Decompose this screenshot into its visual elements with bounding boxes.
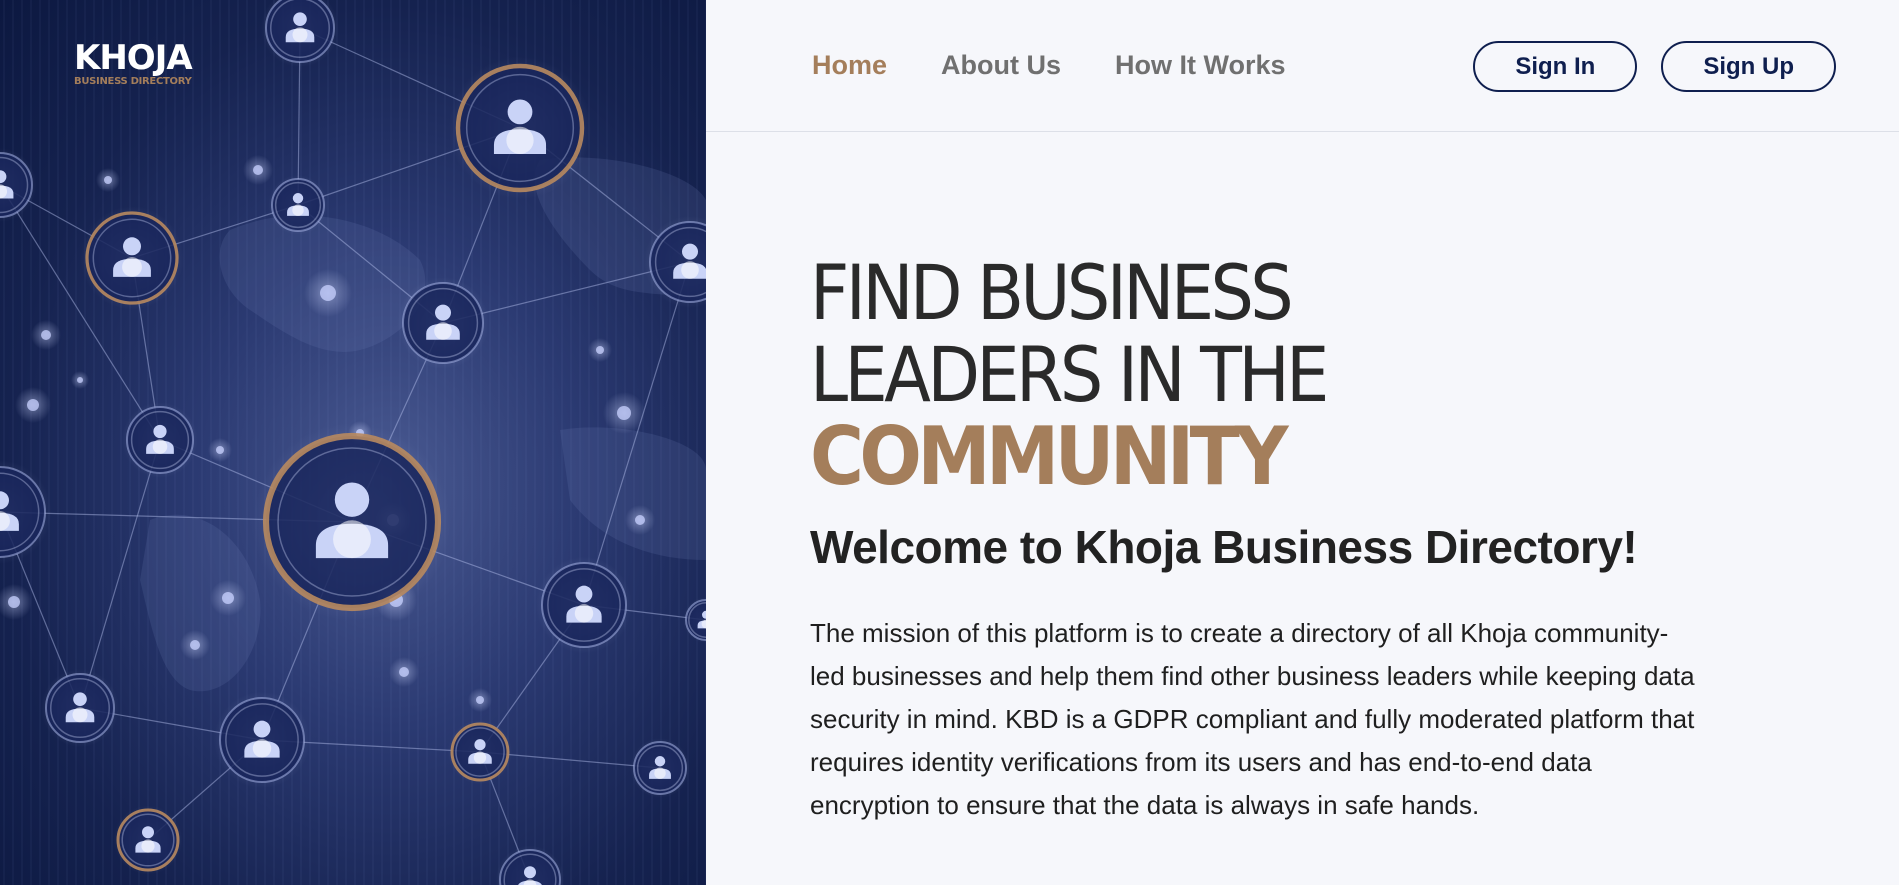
brand-logo[interactable]: KHOJA BUSINESS DIRECTORY [74, 38, 193, 88]
logo-wordmark: KHOJA [74, 38, 193, 78]
headline-accent: COMMUNITY [810, 410, 1289, 503]
welcome-heading: Welcome to Khoja Business Directory! [810, 521, 1638, 573]
top-navigation-bar: Home About Us How It Works Sign In Sign … [706, 0, 1899, 132]
headline-line-1: FIND BUSINESS [810, 248, 1294, 337]
hero-headline: FIND BUSINESS LEADERS IN THE COMMUNITY [810, 252, 1810, 498]
nav-about-us-link[interactable]: About Us [941, 50, 1061, 81]
auth-buttons: Sign In Sign Up [1473, 41, 1836, 92]
nav-how-it-works-link[interactable]: How It Works [1115, 50, 1286, 81]
logo-tagline: BUSINESS DIRECTORY [74, 76, 192, 87]
headline-line-2: LEADERS IN THE [810, 330, 1329, 419]
sign-in-button[interactable]: Sign In [1473, 41, 1638, 92]
sign-up-button[interactable]: Sign Up [1661, 41, 1836, 92]
network-people-illustration [0, 0, 706, 885]
mission-paragraph: The mission of this platform is to creat… [810, 618, 1695, 821]
main-nav: Home About Us How It Works [812, 50, 1286, 81]
hero-content: FIND BUSINESS LEADERS IN THE COMMUNITY W… [810, 252, 1810, 827]
nav-home-link[interactable]: Home [812, 50, 887, 81]
hero-illustration-panel: KHOJA BUSINESS DIRECTORY [0, 0, 706, 885]
